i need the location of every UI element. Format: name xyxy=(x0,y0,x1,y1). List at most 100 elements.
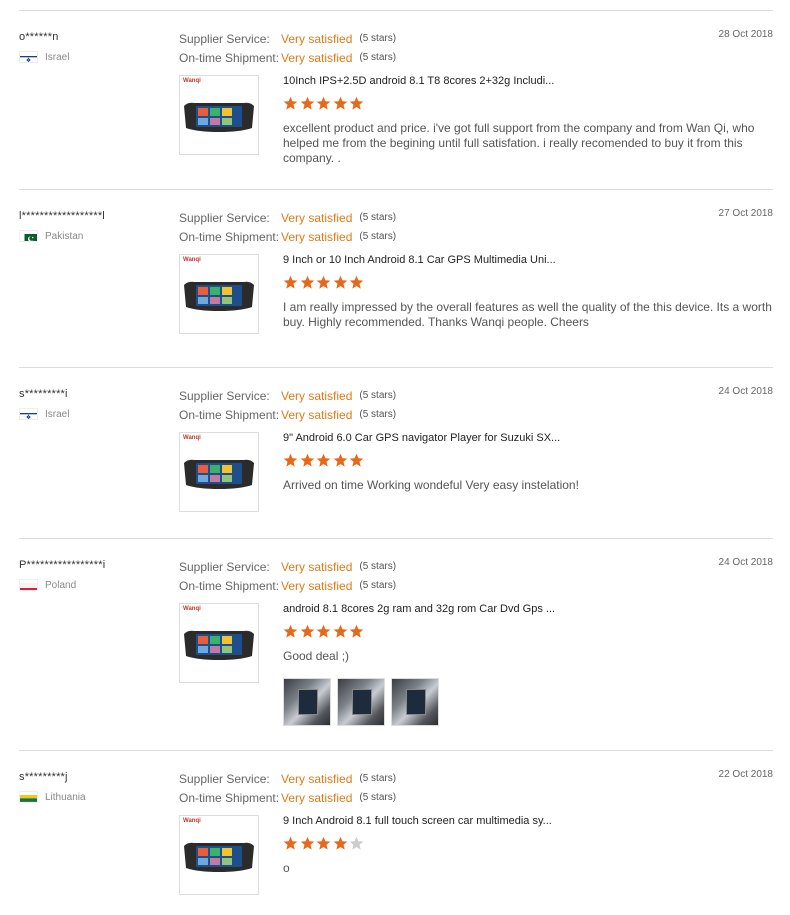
country-name: Pakistan xyxy=(45,230,84,242)
buyer-country: Israel xyxy=(19,408,69,420)
product-thumbnail[interactable]: Wanqi xyxy=(179,75,259,155)
product-title-link[interactable]: 9" Android 6.0 Car GPS navigator Player … xyxy=(283,432,560,444)
star-filled-icon xyxy=(283,836,298,850)
review-photo-thumbnail[interactable] xyxy=(337,678,385,726)
supplier-service-rating: Supplier Service: Very satisfied (5 stars) xyxy=(179,208,396,227)
israel-flag-icon xyxy=(19,51,38,63)
buyer-country: Lithuania xyxy=(19,791,86,803)
review-text: excellent product and price. i've got fu… xyxy=(283,121,755,165)
product-title-link[interactable]: 9 Inch Android 8.1 full touch screen car… xyxy=(283,815,552,827)
on-time-shipment-label: On-time Shipment: xyxy=(179,50,280,65)
supplier-service-stars: (5 stars) xyxy=(359,390,397,401)
on-time-shipment-stars: (5 stars) xyxy=(359,409,397,420)
on-time-shipment-label: On-time Shipment: xyxy=(179,790,280,805)
supplier-service-rating: Supplier Service: Very satisfied (5 stars) xyxy=(179,386,396,405)
review-date: 22 Oct 2018 xyxy=(718,769,773,780)
on-time-shipment-label: On-time Shipment: xyxy=(179,407,280,422)
star-filled-icon xyxy=(316,453,331,467)
country-name: Israel xyxy=(45,51,70,63)
review-star-rating xyxy=(283,96,366,111)
country-name: Israel xyxy=(45,408,70,420)
review-date: 28 Oct 2018 xyxy=(718,29,773,40)
poland-flag-icon xyxy=(19,579,38,591)
product-thumbnail[interactable]: Wanqi xyxy=(179,815,259,895)
review-date: 24 Oct 2018 xyxy=(718,386,773,397)
review-star-rating xyxy=(283,275,366,290)
supplier-service-value: Very satisfied xyxy=(281,210,353,225)
buyer-name: s*********j xyxy=(19,771,68,783)
pakistan-flag-icon xyxy=(19,230,38,242)
car-stereo-image xyxy=(184,459,254,489)
star-filled-icon xyxy=(333,453,347,467)
star-filled-icon xyxy=(283,453,298,467)
supplier-service-stars: (5 stars) xyxy=(359,561,397,572)
product-title-link[interactable]: 9 Inch or 10 Inch Android 8.1 Car GPS Mu… xyxy=(283,254,556,266)
supplier-service-stars: (5 stars) xyxy=(359,33,397,44)
supplier-service-value: Very satisfied xyxy=(281,559,353,574)
on-time-shipment-label: On-time Shipment: xyxy=(179,578,280,593)
supplier-service-label: Supplier Service: xyxy=(179,388,270,403)
supplier-service-value: Very satisfied xyxy=(281,388,353,403)
on-time-shipment-rating: On-time Shipment: Very satisfied (5 stars) xyxy=(179,576,396,595)
star-filled-icon xyxy=(283,624,298,638)
supplier-service-label: Supplier Service: xyxy=(179,31,270,46)
product-thumbnail[interactable]: Wanqi xyxy=(179,254,259,334)
star-filled-icon xyxy=(349,624,364,638)
star-empty-icon xyxy=(349,836,364,850)
review-item: P*****************i Poland Supplier Servic… xyxy=(19,538,773,726)
supplier-service-value: Very satisfied xyxy=(281,31,353,46)
supplier-service-label: Supplier Service: xyxy=(179,559,270,574)
supplier-service-rating: Supplier Service: Very satisfied (5 stars) xyxy=(179,557,396,576)
on-time-shipment-stars: (5 stars) xyxy=(359,792,397,803)
israel-flag-icon xyxy=(19,408,38,420)
country-name: Lithuania xyxy=(45,791,86,803)
on-time-shipment-rating: On-time Shipment: Very satisfied (5 stars) xyxy=(179,405,396,424)
product-thumbnail[interactable]: Wanqi xyxy=(179,432,259,512)
star-filled-icon xyxy=(300,275,314,289)
star-filled-icon xyxy=(283,96,298,110)
lithuania-flag-icon xyxy=(19,791,38,803)
review-date: 24 Oct 2018 xyxy=(718,557,773,568)
product-title-link[interactable]: android 8.1 8cores 2g ram and 32g rom Ca… xyxy=(283,603,555,615)
review-photo-thumbnail[interactable] xyxy=(283,678,331,726)
supplier-service-label: Supplier Service: xyxy=(179,210,270,225)
on-time-shipment-value: Very satisfied xyxy=(281,229,353,244)
review-photo-thumbnail[interactable] xyxy=(391,678,439,726)
product-title-link[interactable]: 10Inch IPS+2.5D android 8.1 T8 8cores 2+… xyxy=(283,75,554,87)
star-filled-icon xyxy=(349,453,364,467)
on-time-shipment-stars: (5 stars) xyxy=(359,231,397,242)
star-filled-icon xyxy=(300,836,314,850)
on-time-shipment-stars: (5 stars) xyxy=(359,52,397,63)
review-photos xyxy=(283,678,445,726)
review-date: 27 Oct 2018 xyxy=(718,208,773,219)
star-filled-icon xyxy=(333,275,347,289)
seller-ratings: Supplier Service: Very satisfied (5 stars)… xyxy=(179,208,396,246)
car-stereo-image xyxy=(184,281,254,311)
on-time-shipment-rating: On-time Shipment: Very satisfied (5 stars) xyxy=(179,788,396,807)
review-star-rating xyxy=(283,624,366,639)
review-item: s*********j Lithuania Supplier Service: Ver… xyxy=(19,750,773,895)
supplier-service-value: Very satisfied xyxy=(281,771,353,786)
star-filled-icon xyxy=(333,836,347,850)
seller-ratings: Supplier Service: Very satisfied (5 stars)… xyxy=(179,386,396,424)
star-filled-icon xyxy=(349,275,364,289)
product-thumbnail[interactable]: Wanqi xyxy=(179,603,259,683)
star-filled-icon xyxy=(349,96,364,110)
review-text: Good deal ;) xyxy=(283,649,350,663)
on-time-shipment-value: Very satisfied xyxy=(281,578,353,593)
review-star-rating xyxy=(283,836,366,851)
star-filled-icon xyxy=(333,96,347,110)
buyer-name: o******n xyxy=(19,31,59,43)
star-filled-icon xyxy=(316,96,331,110)
review-star-rating xyxy=(283,453,366,468)
seller-ratings: Supplier Service: Very satisfied (5 stars)… xyxy=(179,29,396,67)
buyer-name: s*********i xyxy=(19,388,68,400)
country-name: Poland xyxy=(45,579,77,591)
car-stereo-image xyxy=(184,102,254,132)
star-filled-icon xyxy=(333,624,347,638)
on-time-shipment-rating: On-time Shipment: Very satisfied (5 stars) xyxy=(179,48,396,67)
star-filled-icon xyxy=(316,624,331,638)
car-stereo-image xyxy=(184,630,254,660)
supplier-service-stars: (5 stars) xyxy=(359,212,397,223)
review-text: o xyxy=(283,861,290,875)
